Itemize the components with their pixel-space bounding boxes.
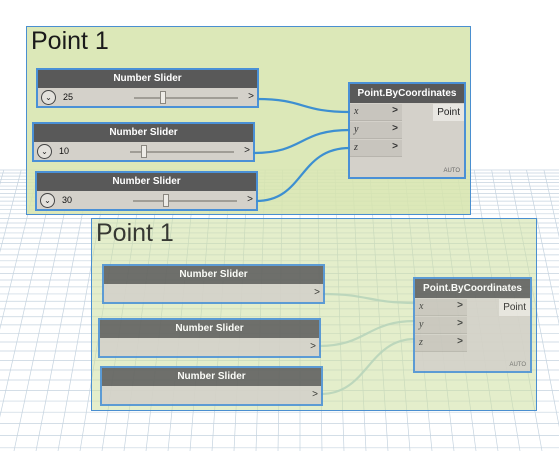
output-port[interactable]: >: [244, 145, 250, 156]
slider-thumb[interactable]: [160, 91, 166, 104]
output-port-point[interactable]: Point: [499, 299, 530, 316]
slider-track[interactable]: [133, 200, 237, 202]
node-header: Number Slider: [37, 173, 256, 191]
output-port-point[interactable]: Point: [433, 104, 464, 121]
lacing-label: AUTO: [509, 362, 526, 368]
input-port-x[interactable]: x >: [415, 299, 467, 316]
node-header: Number Slider: [100, 320, 319, 338]
slider-thumb[interactable]: [141, 145, 147, 158]
output-port[interactable]: >: [248, 91, 254, 102]
slider-value[interactable]: 25: [63, 92, 73, 102]
output-port[interactable]: >: [247, 194, 253, 205]
number-slider-2[interactable]: Number Slider ⌄ 10 >: [32, 122, 255, 162]
slider-value[interactable]: 30: [62, 195, 72, 205]
chevron-down-icon[interactable]: ⌄: [41, 90, 56, 105]
output-port[interactable]: >: [310, 341, 316, 352]
input-port-y[interactable]: y >: [415, 317, 467, 334]
output-port[interactable]: >: [312, 389, 318, 400]
number-slider-1[interactable]: Number Slider ⌄ 25 >: [36, 68, 259, 108]
chevron-down-icon[interactable]: ⌄: [40, 193, 55, 208]
slider-thumb[interactable]: [163, 194, 169, 207]
node-header: Number Slider: [104, 266, 323, 284]
node-header: Point.ByCoordinates: [350, 84, 464, 103]
slider-track[interactable]: [134, 97, 238, 99]
input-port-z[interactable]: z >: [415, 335, 467, 352]
ghost-number-slider-2[interactable]: Number Slider >: [98, 318, 321, 358]
node-header: Number Slider: [102, 368, 321, 386]
point-bycoordinates-node[interactable]: Point.ByCoordinates x > y > z > Point AUTO: [348, 82, 466, 179]
slider-value[interactable]: 10: [59, 146, 69, 156]
chevron-down-icon[interactable]: ⌄: [37, 144, 52, 159]
node-header: Number Slider: [34, 124, 253, 142]
lacing-label: AUTO: [443, 168, 460, 174]
ghost-point-bycoordinates-node[interactable]: Point.ByCoordinates x > y > z > Point AUTO: [413, 277, 532, 373]
node-header: Number Slider: [38, 70, 257, 88]
output-port[interactable]: >: [314, 287, 320, 298]
ghost-number-slider-3[interactable]: Number Slider >: [100, 366, 323, 406]
ghost-group-title: Point 1: [96, 219, 174, 247]
group-title: Point 1: [31, 27, 109, 55]
input-port-z[interactable]: z >: [350, 140, 402, 157]
input-port-x[interactable]: x >: [350, 104, 402, 121]
input-port-y[interactable]: y >: [350, 122, 402, 139]
node-header: Point.ByCoordinates: [415, 279, 530, 298]
number-slider-3[interactable]: Number Slider ⌄ 30 >: [35, 171, 258, 211]
ghost-number-slider-1[interactable]: Number Slider >: [102, 264, 325, 304]
